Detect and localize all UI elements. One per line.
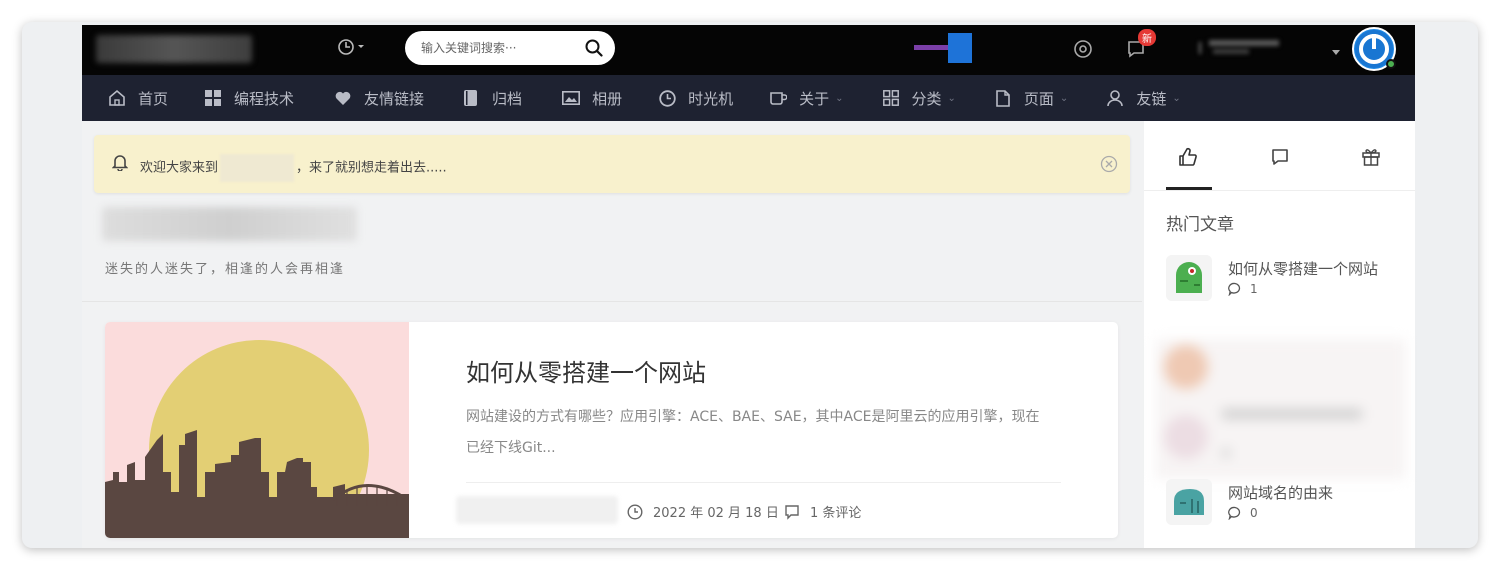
chevron-down-icon: ⌄ <box>835 92 844 104</box>
nav-label: 相册 <box>592 89 623 108</box>
time-mode-icon <box>338 39 364 55</box>
main-nav: 首页 编程技术 友情链接 归档 相册 时光机 关于 ⌄ 分类 ⌄ 页面 ⌄ 友链… <box>82 75 1415 121</box>
file-icon <box>994 89 1012 107</box>
top-bar: 新 <box>82 25 1415 75</box>
nav-label: 页面 <box>1023 89 1054 108</box>
comment-icon <box>1228 282 1241 296</box>
divider <box>82 301 1142 302</box>
target-icon[interactable] <box>1073 39 1093 63</box>
post-date: 2022 年 02 月 18 日 <box>627 502 779 521</box>
grid-icon <box>204 89 222 107</box>
nav-item-archive[interactable]: 归档 <box>462 75 522 121</box>
hot-post-title[interactable]: 如何从零搭建一个网站 <box>1228 258 1378 279</box>
thumbs-up-icon[interactable] <box>1178 147 1198 171</box>
bell-icon <box>111 153 129 175</box>
nav-item-pages[interactable]: 页面 ⌄ <box>994 75 1068 121</box>
home-icon <box>108 89 126 107</box>
nav-item-categories[interactable]: 分类 ⌄ <box>882 75 956 121</box>
apps-icon <box>882 89 900 107</box>
search-input[interactable] <box>421 38 581 58</box>
nav-item-time-machine[interactable]: 时光机 <box>658 75 733 121</box>
announcement-suffix: ，来了就别想走着出去..... <box>296 160 447 176</box>
hot-post-item[interactable]: 如何从零搭建一个网站 1 <box>1166 255 1406 305</box>
chevron-down-icon: ⌄ <box>1059 92 1069 104</box>
nav-label: 友情链接 <box>364 89 425 108</box>
search-icon[interactable] <box>585 39 603 61</box>
nav-label: 归档 <box>492 89 523 108</box>
close-icon[interactable] <box>1100 155 1118 177</box>
nav-item-album[interactable]: 相册 <box>562 75 622 121</box>
hot-post-comment-count: 0 <box>1250 506 1258 520</box>
hot-post-thumbnail <box>1166 255 1212 301</box>
nav-label: 首页 <box>138 89 169 108</box>
hot-post-comment-count: 1 <box>1250 282 1258 296</box>
post-excerpt: 网站建设的方式有哪些？应用引擎：ACE、BAE、SAE，其中ACE是阿里云的应用… <box>466 409 1040 456</box>
nav-label: 友链 <box>1136 89 1167 108</box>
nav-item-friend-links[interactable]: 友情链接 <box>334 75 424 121</box>
redacted-site-name <box>220 154 295 182</box>
heart-icon <box>334 89 352 107</box>
post-comments-text: 1 条评论 <box>810 506 862 521</box>
user-icon <box>1106 89 1124 107</box>
nav-label: 关于 <box>799 89 830 108</box>
notification-badge: 新 <box>1138 29 1156 46</box>
post-author[interactable] <box>456 496 618 524</box>
search-box <box>405 31 615 65</box>
announcement-text: 欢迎大家来到 ，来了就别想走着出去..... <box>140 154 447 182</box>
nav-label: 编程技术 <box>234 89 295 108</box>
online-status-dot <box>1386 59 1396 69</box>
nav-label: 分类 <box>911 89 942 108</box>
username[interactable] <box>1199 38 1309 58</box>
brand-logo-icon <box>914 33 972 63</box>
sidebar: 热门文章 如何从零搭建一个网站 1 网站域名的由来 0 <box>1144 121 1415 548</box>
hot-post-comments: 0 <box>1228 506 1258 520</box>
blurred-hot-posts <box>1156 339 1406 479</box>
hot-post-thumbnail <box>1166 479 1212 525</box>
site-title <box>102 207 357 241</box>
image-icon <box>562 89 581 107</box>
nav-item-links[interactable]: 友链 ⌄ <box>1106 75 1181 121</box>
hot-post-comments: 1 <box>1228 282 1258 296</box>
comment-icon <box>785 504 799 520</box>
divider <box>1144 190 1415 191</box>
nav-item-home[interactable]: 首页 <box>108 75 168 121</box>
blog-page: 新 首页 编程技术 友情链接 归档 相册 <box>82 25 1415 548</box>
comment-icon <box>1228 506 1241 520</box>
chevron-down-icon: ⌄ <box>947 92 956 104</box>
browser-window: 新 首页 编程技术 友情链接 归档 相册 <box>22 22 1478 548</box>
site-logo[interactable] <box>96 35 252 63</box>
post-title[interactable]: 如何从零搭建一个网站 <box>466 353 706 388</box>
post-comments[interactable]: 1 条评论 <box>784 502 861 521</box>
hot-post-title[interactable]: 网站域名的由来 <box>1228 482 1333 503</box>
hot-post-item[interactable]: 网站域名的由来 0 <box>1166 479 1406 529</box>
nav-item-programming[interactable]: 编程技术 <box>204 75 294 121</box>
comment-icon[interactable] <box>1270 147 1290 171</box>
announcement-prefix: 欢迎大家来到 <box>140 160 219 176</box>
post-date-text: 2022 年 02 月 18 日 <box>653 506 779 521</box>
clock-icon <box>627 503 643 520</box>
chevron-down-icon[interactable] <box>1332 42 1340 60</box>
theme-toggle-button[interactable] <box>337 38 365 60</box>
nav-label: 时光机 <box>688 89 734 108</box>
sidebar-tabs <box>1144 121 1415 191</box>
post-card[interactable]: 如何从零搭建一个网站 网站建设的方式有哪些？应用引擎：ACE、BAE、SAE，其… <box>105 322 1118 538</box>
nav-item-about[interactable]: 关于 ⌄ <box>769 75 844 121</box>
post-thumbnail[interactable] <box>105 322 409 538</box>
chevron-down-icon: ⌄ <box>1172 92 1181 104</box>
clock-icon <box>658 89 676 107</box>
site-subtitle: 迷失的人迷失了，相逢的人会再相逢 <box>105 262 346 277</box>
divider <box>466 482 1061 483</box>
book-icon <box>462 89 480 107</box>
announcement-bar: 欢迎大家来到 ，来了就别想走着出去..... <box>94 135 1130 193</box>
coffee-icon <box>769 89 788 107</box>
gift-icon[interactable] <box>1361 147 1381 171</box>
hot-posts-heading: 热门文章 <box>1166 215 1234 235</box>
